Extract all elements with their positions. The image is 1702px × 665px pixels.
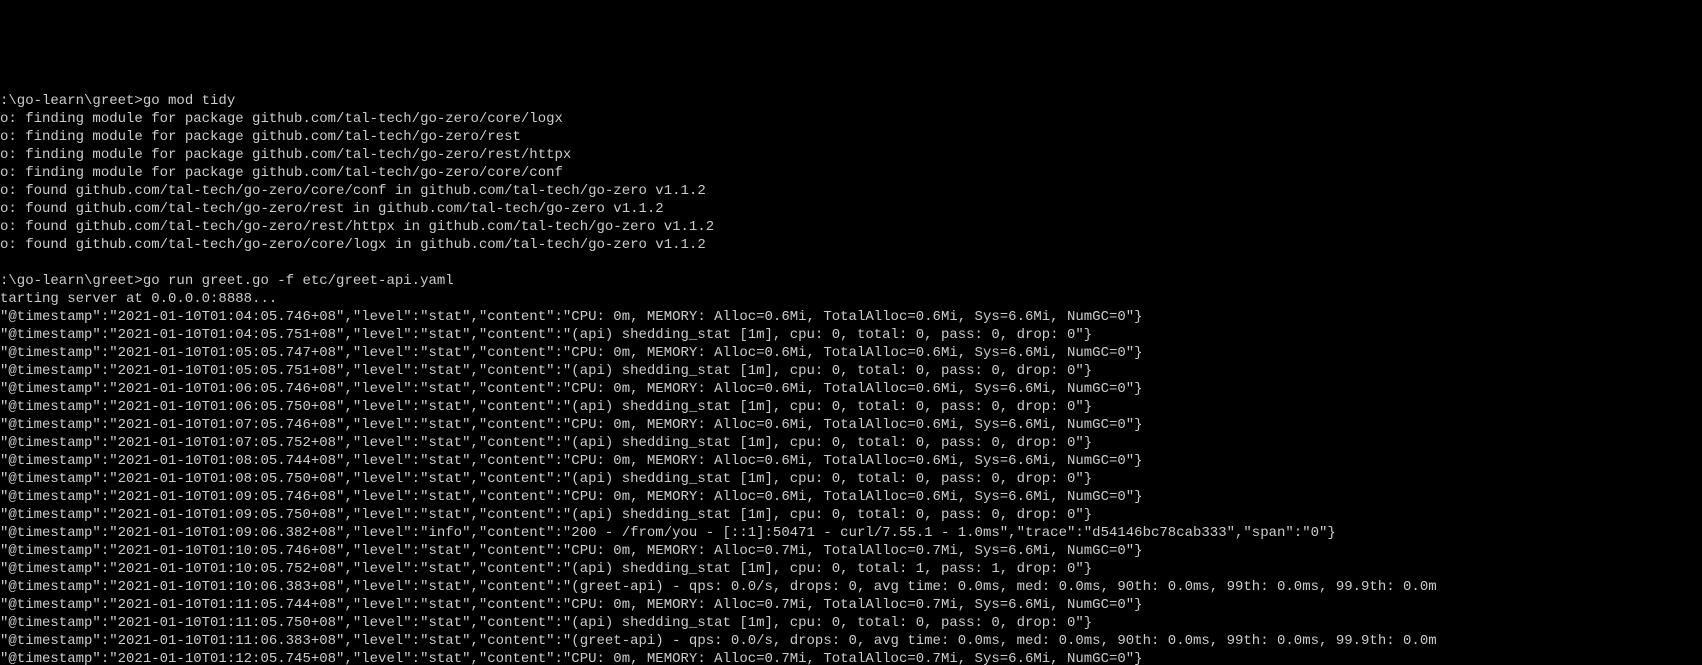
terminal-line: "@timestamp":"2021-01-10T01:11:05.744+08… [0, 596, 1702, 614]
terminal-line: "@timestamp":"2021-01-10T01:09:05.750+08… [0, 506, 1702, 524]
terminal-line: "@timestamp":"2021-01-10T01:09:06.382+08… [0, 524, 1702, 542]
terminal-line: o: finding module for package github.com… [0, 146, 1702, 164]
terminal-line: "@timestamp":"2021-01-10T01:04:05.746+08… [0, 308, 1702, 326]
terminal-line: "@timestamp":"2021-01-10T01:11:05.750+08… [0, 614, 1702, 632]
terminal-line: tarting server at 0.0.0.0:8888... [0, 290, 1702, 308]
terminal-line: "@timestamp":"2021-01-10T01:09:05.746+08… [0, 488, 1702, 506]
terminal-line: o: found github.com/tal-tech/go-zero/res… [0, 218, 1702, 236]
terminal-line: o: finding module for package github.com… [0, 128, 1702, 146]
terminal-line: "@timestamp":"2021-01-10T01:06:05.750+08… [0, 398, 1702, 416]
terminal-line: :\go-learn\greet>go run greet.go -f etc/… [0, 272, 1702, 290]
terminal-line: "@timestamp":"2021-01-10T01:08:05.744+08… [0, 452, 1702, 470]
terminal-line: "@timestamp":"2021-01-10T01:12:05.745+08… [0, 650, 1702, 665]
terminal-line: o: finding module for package github.com… [0, 164, 1702, 182]
terminal-line: "@timestamp":"2021-01-10T01:07:05.746+08… [0, 416, 1702, 434]
terminal-line: "@timestamp":"2021-01-10T01:05:05.747+08… [0, 344, 1702, 362]
terminal-line: "@timestamp":"2021-01-10T01:10:05.752+08… [0, 560, 1702, 578]
terminal-line: "@timestamp":"2021-01-10T01:10:06.383+08… [0, 578, 1702, 596]
terminal-line: :\go-learn\greet>go mod tidy [0, 92, 1702, 110]
terminal-line: o: finding module for package github.com… [0, 110, 1702, 128]
terminal-output[interactable]: :\go-learn\greet>go mod tidyo: finding m… [0, 90, 1702, 665]
terminal-line: "@timestamp":"2021-01-10T01:06:05.746+08… [0, 380, 1702, 398]
terminal-line [0, 254, 1702, 272]
terminal-line: o: found github.com/tal-tech/go-zero/cor… [0, 236, 1702, 254]
terminal-line: "@timestamp":"2021-01-10T01:05:05.751+08… [0, 362, 1702, 380]
terminal-line: o: found github.com/tal-tech/go-zero/cor… [0, 182, 1702, 200]
terminal-line: "@timestamp":"2021-01-10T01:07:05.752+08… [0, 434, 1702, 452]
terminal-line: "@timestamp":"2021-01-10T01:04:05.751+08… [0, 326, 1702, 344]
terminal-line: "@timestamp":"2021-01-10T01:11:06.383+08… [0, 632, 1702, 650]
terminal-line: "@timestamp":"2021-01-10T01:08:05.750+08… [0, 470, 1702, 488]
terminal-line: "@timestamp":"2021-01-10T01:10:05.746+08… [0, 542, 1702, 560]
terminal-line: o: found github.com/tal-tech/go-zero/res… [0, 200, 1702, 218]
